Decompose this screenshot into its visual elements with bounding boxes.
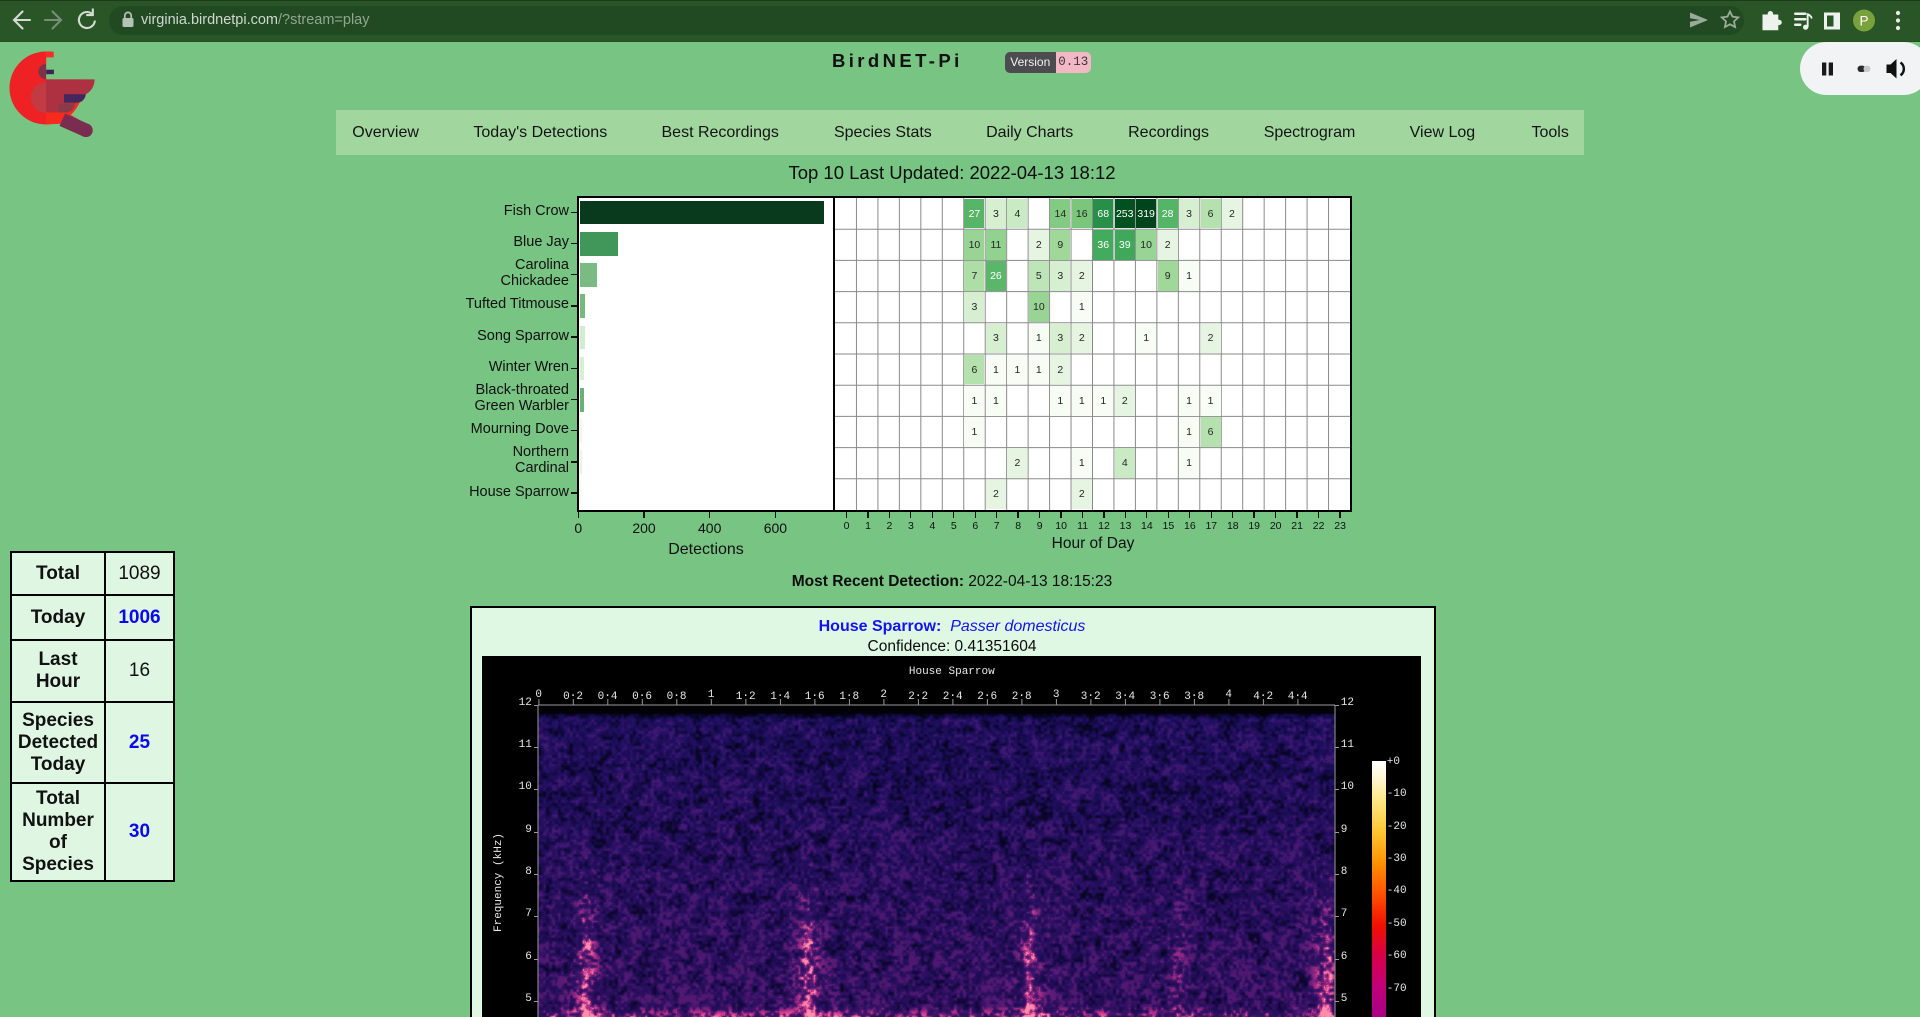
- svg-text:P: P: [1859, 13, 1868, 28]
